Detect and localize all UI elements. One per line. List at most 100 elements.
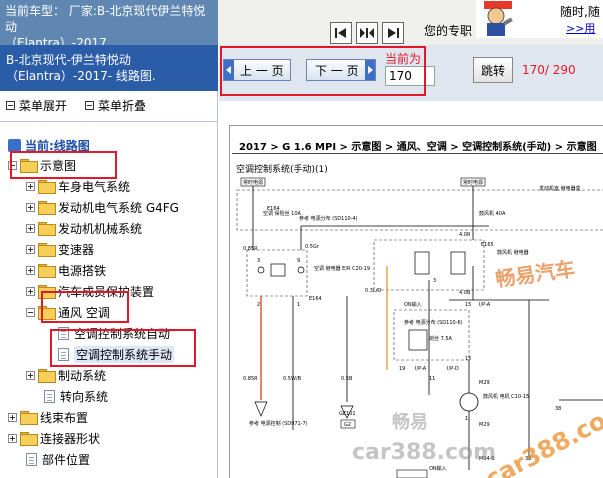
expand-toggle-icon[interactable] (26, 265, 35, 275)
mascot-icon (484, 1, 513, 36)
tree-node-label: 制动系统 (58, 368, 107, 383)
reference-label: 参考 电源分布 (SD110-4) (299, 215, 358, 222)
tree-node-label: 连接器形状 (40, 431, 101, 446)
last-page-icon (388, 28, 399, 38)
first-page-icon (335, 28, 346, 38)
ground-label: G2 (344, 422, 351, 428)
pin-number: 2 (257, 302, 260, 308)
expand-toggle-icon[interactable] (26, 181, 35, 191)
current-car-label: 当前车型： 厂家:B-北京现代伊兰特悦动 （Elantra）-2017 (0, 0, 218, 50)
annotation-box (220, 46, 426, 96)
tree-node-label: 车身电气系统 (58, 179, 131, 194)
divider (232, 153, 603, 154)
tree-node-engine-mechanical[interactable]: 发动机机械系统 (26, 219, 142, 237)
expand-toggle-icon[interactable] (8, 412, 17, 422)
fuse-panel-outline (393, 309, 470, 361)
ad-link[interactable]: >>用 (566, 20, 595, 36)
folder-icon (38, 222, 56, 236)
fit-page-button[interactable] (356, 22, 378, 44)
annotation-box (41, 291, 129, 323)
folder-icon (38, 264, 56, 278)
annotation-box (50, 329, 196, 367)
expand-toggle-icon[interactable] (26, 244, 35, 254)
diagram-breadcrumb: 2017 > G 1.6 MPI > 示意图 > 通风、空调 > 空调控制系统(… (239, 142, 597, 153)
first-page-button[interactable] (330, 22, 352, 44)
menu-expand-button[interactable]: 菜单展开 (19, 97, 67, 114)
connector-label: M29 (479, 422, 490, 428)
tree-node-power-ground[interactable]: 电源搭铁 (26, 261, 106, 279)
tree-node-transmission[interactable]: 变速器 (26, 240, 94, 258)
expand-toggle-icon[interactable] (26, 370, 35, 380)
tree-node-label: 电源搭铁 (58, 263, 107, 278)
folder-icon (20, 432, 38, 446)
fuse-box-outline (236, 189, 603, 231)
last-page-button[interactable] (382, 22, 404, 44)
expand-icon (6, 101, 15, 110)
fit-page-icon (360, 28, 374, 38)
pin-number: 3 (257, 258, 260, 264)
power-box-label: 常时电源 (243, 179, 263, 186)
collapse-icon (85, 101, 95, 110)
expand-toggle-icon[interactable] (26, 223, 35, 233)
schematic-drawing: 常时电源 常时电源 E164 E165 E164 空调 保险丝 10A 鼓风机 … (236, 177, 603, 478)
pin-number: 19 (399, 366, 405, 372)
tree-node-engine-electrical[interactable]: 发动机电气系统 G4FG (26, 198, 179, 216)
fuse-label: 空调 保险丝 10A (263, 210, 302, 217)
left-panel: B-北京现代-伊兰特悦动 （Elantra）-2017- 线路图. 菜单展开 菜… (0, 45, 218, 478)
folder-icon (38, 201, 56, 215)
folder-icon (38, 243, 56, 257)
connector-label: E165 (481, 242, 494, 248)
model-title-line2: （Elantra）-2017- 线路图. (6, 69, 156, 83)
collapse-toggle-icon[interactable] (26, 307, 35, 317)
tree-node-label: 发动机电气系统 G4FG (58, 200, 179, 215)
expand-toggle-icon[interactable] (26, 286, 35, 296)
wire-label: 0.5Gr (305, 244, 320, 250)
pin-number: 38 (555, 406, 561, 412)
ad-line1: 随时,随 (560, 5, 600, 19)
annotation-box (10, 151, 117, 179)
pin-number: 15 (465, 302, 471, 308)
jump-button[interactable]: 跳转 (473, 57, 513, 83)
tree-leaf-component-location[interactable]: 部件位置 (26, 450, 90, 468)
wire-label: 0.85R (243, 246, 258, 252)
motor-icon (459, 392, 479, 412)
menu-toggle-row: 菜单展开 菜单折叠 (6, 97, 146, 114)
ground-label: GE101 (339, 411, 356, 417)
pin-number: 1 (297, 302, 300, 308)
document-icon (26, 452, 37, 466)
pin-number: 9 (297, 258, 300, 264)
model-title-bar: B-北京现代-伊兰特悦动 （Elantra）-2017- 线路图. (0, 45, 218, 91)
wire-label: 0.85R (243, 376, 258, 382)
relay-label: 空调 继电器 E/R C20-19 (314, 265, 370, 272)
tree-node-brake[interactable]: 制动系统 (26, 366, 106, 384)
power-box-label: 常时电源 (463, 179, 483, 186)
box-label: 发动机室 继电器盒 (539, 185, 581, 192)
folder-icon (38, 369, 56, 383)
tree-node-body-electrical[interactable]: 车身电气系统 (26, 177, 130, 195)
tree-leaf-label: 部件位置 (42, 452, 91, 467)
fuse-label: 熔丝 7.5A (429, 335, 453, 342)
pin-number: 3 (433, 278, 436, 284)
pin-number: 1 (465, 416, 468, 422)
reference-label: 参考 电源控制 (SD971-7) (249, 420, 308, 427)
pin-number: 15 (465, 356, 471, 362)
wire-label: 4.0B (459, 290, 471, 296)
tree-node-connector-shape[interactable]: 连接器形状 (8, 429, 100, 447)
pin-number: 11 (429, 376, 435, 382)
diagram-nav-buttons (330, 22, 404, 44)
divider (0, 121, 218, 122)
connector-label: I/P-A (415, 366, 427, 372)
tree-leaf-steering[interactable]: 转向系统 (44, 387, 108, 405)
tree-leaf-label: 转向系统 (60, 389, 109, 404)
tree-node-harness-layout[interactable]: 线束布置 (8, 408, 88, 426)
ground-icon (254, 401, 268, 417)
ad-text: 您的专职 (424, 24, 473, 38)
input-label: ON输入 (404, 301, 422, 308)
expand-toggle-icon[interactable] (8, 433, 17, 443)
menu-collapse-button[interactable]: 菜单折叠 (98, 97, 146, 114)
connector-label: I/P-A (479, 302, 491, 308)
reference-label: 参考 电源分布 (SD110-6) (404, 319, 463, 326)
expand-toggle-icon[interactable] (26, 202, 35, 212)
input-label: ON输入 (429, 465, 447, 472)
wire-label: 0.3L/O (365, 288, 381, 294)
